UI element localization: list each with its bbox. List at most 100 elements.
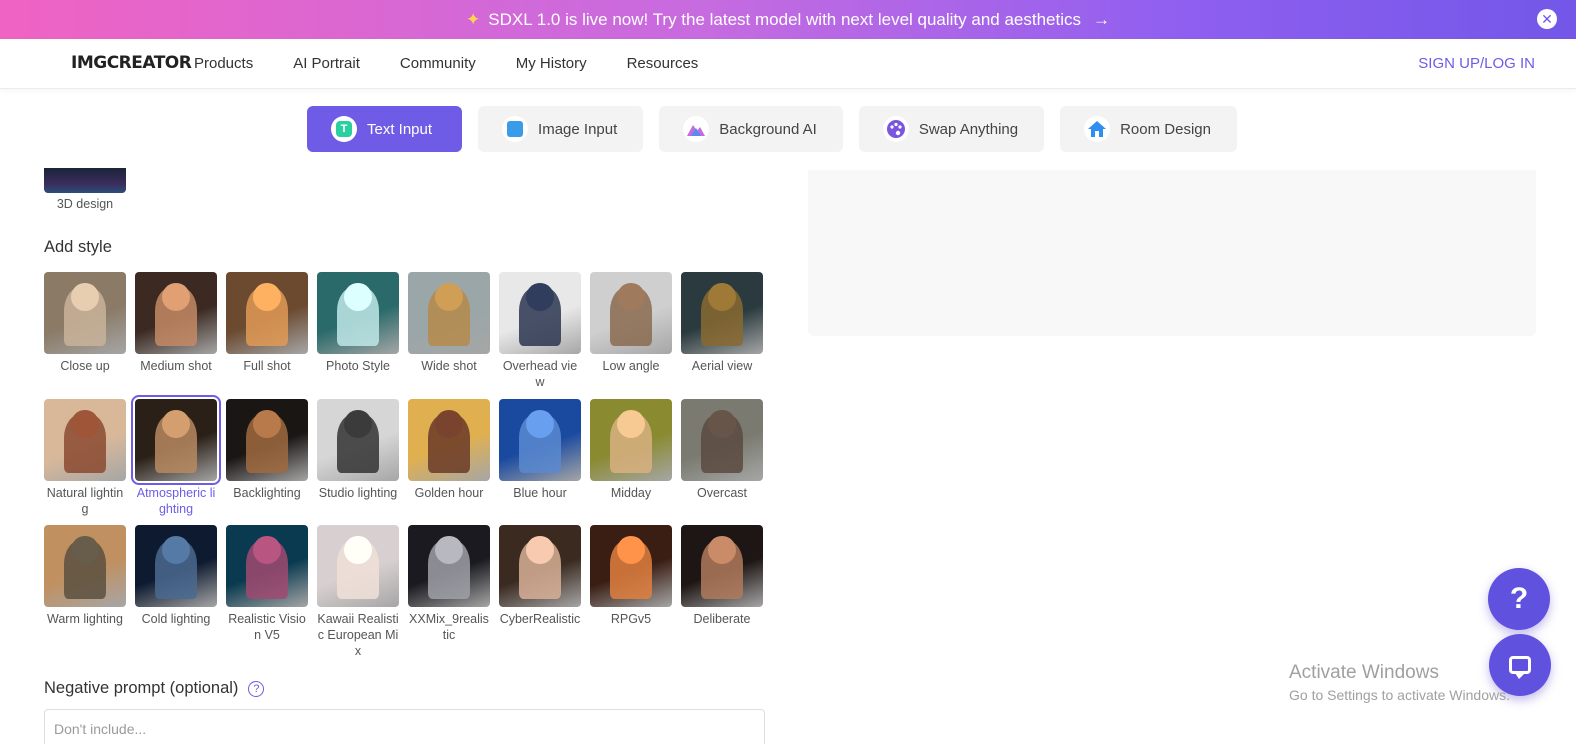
style-thumbnail[interactable] xyxy=(44,399,126,481)
tab-room-design[interactable]: Room Design xyxy=(1060,106,1237,152)
style-thumb-3d-design[interactable] xyxy=(44,168,126,193)
style-thumbnail[interactable] xyxy=(226,272,308,354)
style-item[interactable]: Golden hour xyxy=(408,399,492,501)
mountain-icon xyxy=(683,116,710,142)
style-item[interactable]: Studio lighting xyxy=(317,399,401,501)
style-label: Aerial view xyxy=(691,359,753,373)
style-item[interactable]: Midday xyxy=(590,399,674,501)
style-item[interactable]: Atmospheric lighting xyxy=(131,395,221,517)
text-input-icon: T xyxy=(331,116,357,142)
tab-image-input[interactable]: Image Input xyxy=(478,106,644,152)
style-thumbnail[interactable] xyxy=(681,272,763,354)
style-item[interactable]: Medium shot xyxy=(135,272,219,374)
watermark-title: Activate Windows xyxy=(1289,662,1439,683)
style-item[interactable]: Backlighting xyxy=(226,399,310,501)
banner-content[interactable]: ✦ SDXL 1.0 is live now! Try the latest m… xyxy=(466,10,1110,30)
tab-label: Text Input xyxy=(367,120,433,138)
style-item[interactable]: Aerial view xyxy=(681,272,765,374)
logo[interactable]: IMGCREATOR xyxy=(71,53,192,73)
tab-swap-anything[interactable]: Swap Anything xyxy=(858,106,1045,152)
nav-products[interactable]: Products xyxy=(194,55,253,72)
chat-bubble-icon xyxy=(1509,656,1531,679)
style-item[interactable]: Kawaii Realistic European Mix xyxy=(317,525,401,659)
style-label: XXMix_9realistic xyxy=(409,612,489,642)
style-thumbnail[interactable] xyxy=(590,525,672,607)
arrow-right-icon: → xyxy=(1093,9,1111,29)
help-button[interactable]: ? xyxy=(1488,568,1550,630)
style-item[interactable]: Cold lighting xyxy=(135,525,219,627)
sparkle-icon: ✦ xyxy=(465,9,481,29)
nav-resources[interactable]: Resources xyxy=(627,55,699,72)
style-thumbnail[interactable] xyxy=(135,272,217,354)
style-item[interactable]: Blue hour xyxy=(499,399,583,501)
style-label: Photo Style xyxy=(326,359,390,373)
style-label: Overhead view xyxy=(502,359,578,389)
style-item[interactable]: Wide shot xyxy=(408,272,492,374)
style-thumbnail[interactable] xyxy=(317,399,399,481)
style-thumbnail[interactable] xyxy=(681,399,763,481)
negative-prompt-label: Negative prompt (optional) xyxy=(44,679,239,697)
style-thumbnail[interactable] xyxy=(590,399,672,481)
tab-background-ai[interactable]: Background AI xyxy=(659,106,843,152)
tab-label: Room Design xyxy=(1120,120,1211,138)
negative-prompt-title: Negative prompt (optional) ? xyxy=(44,679,265,698)
style-label: Cold lighting xyxy=(141,612,211,626)
style-thumbnail[interactable] xyxy=(317,272,399,354)
style-item[interactable]: Realistic Vision V5 xyxy=(226,525,310,643)
image-icon xyxy=(502,116,529,142)
style-item[interactable]: Deliberate xyxy=(681,525,765,627)
style-label: Natural lighting xyxy=(46,486,124,516)
top-nav: IMGCREATOR Products AI Portrait Communit… xyxy=(0,39,1576,89)
add-style-title: Add style xyxy=(44,238,112,256)
style-label: Midday xyxy=(610,486,652,500)
nav-community[interactable]: Community xyxy=(400,55,476,72)
promo-banner[interactable]: ✦ SDXL 1.0 is live now! Try the latest m… xyxy=(0,0,1576,39)
style-thumbnail[interactable] xyxy=(226,399,308,481)
style-thumbnail[interactable] xyxy=(499,272,581,354)
style-item[interactable]: Overhead view xyxy=(499,272,583,390)
style-item[interactable]: Full shot xyxy=(226,272,310,374)
style-item[interactable]: Warm lighting xyxy=(44,525,128,627)
nav-ai-portrait[interactable]: AI Portrait xyxy=(293,55,360,72)
help-circle-icon[interactable]: ? xyxy=(248,680,265,697)
style-label: Wide shot xyxy=(421,359,477,373)
style-item[interactable]: Overcast xyxy=(681,399,765,501)
tab-label: Swap Anything xyxy=(918,120,1019,138)
style-thumbnail[interactable] xyxy=(131,395,221,485)
style-label: RPGv5 xyxy=(610,612,652,626)
palette-icon xyxy=(882,116,909,142)
negative-prompt-input[interactable] xyxy=(44,709,765,744)
style-label: Warm lighting xyxy=(47,612,123,626)
tab-text-input[interactable]: T Text Input xyxy=(307,106,463,152)
mode-tabs: T Text Input Image Input Background AI S… xyxy=(307,106,1237,152)
tab-label: Background AI xyxy=(719,120,817,138)
style-thumbnail[interactable] xyxy=(681,525,763,607)
style-thumbnail[interactable] xyxy=(408,525,490,607)
style-thumbnail[interactable] xyxy=(499,399,581,481)
style-thumbnail[interactable] xyxy=(408,399,490,481)
style-item[interactable]: XXMix_9realistic xyxy=(408,525,492,643)
signup-login-link[interactable]: SIGN UP/LOG IN xyxy=(1418,55,1535,72)
style-thumbnail[interactable] xyxy=(408,272,490,354)
style-item[interactable]: Photo Style xyxy=(317,272,401,374)
style-label: Realistic Vision V5 xyxy=(228,612,306,642)
house-icon xyxy=(1084,116,1111,142)
style-item[interactable]: CyberRealistic xyxy=(499,525,583,627)
style-item[interactable]: Close up xyxy=(44,272,128,374)
style-item[interactable]: Natural lighting xyxy=(44,399,128,517)
style-thumbnail[interactable] xyxy=(590,272,672,354)
close-icon[interactable]: ✕ xyxy=(1537,9,1557,29)
style-thumbnail[interactable] xyxy=(135,525,217,607)
style-thumbnail[interactable] xyxy=(44,272,126,354)
style-label: Low angle xyxy=(602,359,660,373)
style-label: Atmospheric lighting xyxy=(136,486,216,516)
style-item[interactable]: Low angle xyxy=(590,272,674,374)
style-label: Full shot xyxy=(243,359,291,373)
style-thumbnail[interactable] xyxy=(226,525,308,607)
style-thumbnail[interactable] xyxy=(499,525,581,607)
style-thumbnail[interactable] xyxy=(317,525,399,607)
style-thumbnail[interactable] xyxy=(44,525,126,607)
style-label: Deliberate xyxy=(693,612,751,626)
nav-my-history[interactable]: My History xyxy=(516,55,587,72)
style-item[interactable]: RPGv5 xyxy=(590,525,674,627)
